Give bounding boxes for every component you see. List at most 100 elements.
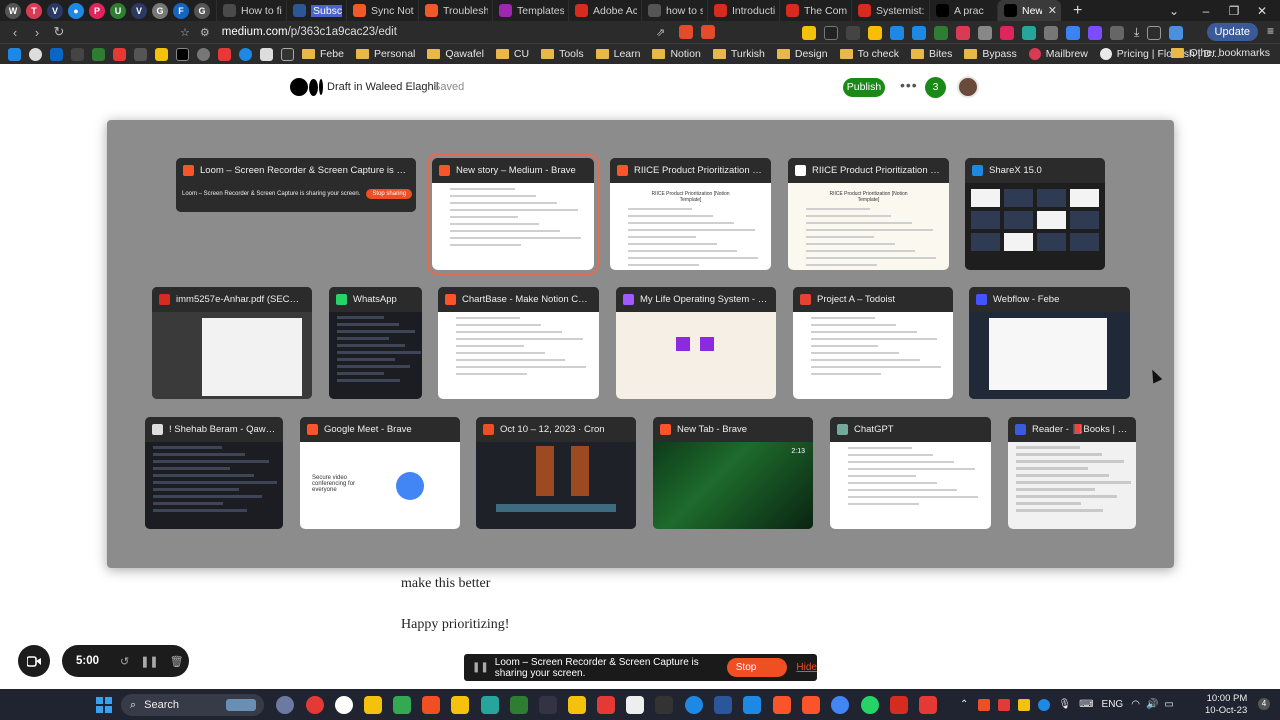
bookmark-icon[interactable] <box>218 47 231 61</box>
app-icon[interactable] <box>306 696 324 714</box>
browser-tab[interactable]: Troublesh <box>418 0 492 21</box>
whatsapp-icon[interactable] <box>861 696 879 714</box>
bookmark-folder[interactable]: Mailbrew <box>1028 48 1088 60</box>
file-explorer-icon[interactable] <box>364 696 382 714</box>
app-icon[interactable] <box>568 696 586 714</box>
brave-icon[interactable] <box>773 696 791 714</box>
other-bookmarks[interactable]: Other bookmarks <box>1171 47 1270 59</box>
switcher-window[interactable]: Google Meet - Brave Secure video conferen… <box>300 417 460 529</box>
extension-icon[interactable] <box>868 25 882 40</box>
bookmark-icon[interactable] <box>197 47 210 61</box>
bookmark-folder[interactable]: To check <box>839 48 899 60</box>
browser-tab[interactable]: The Comp <box>779 0 851 21</box>
drive-icon[interactable] <box>393 696 411 714</box>
switcher-window[interactable]: ChatGPT <box>830 417 991 529</box>
pause-icon[interactable]: ❚❚ <box>140 655 158 668</box>
bookmark-folder[interactable]: Notion <box>652 48 701 60</box>
pinned-tab-icon[interactable]: G <box>152 2 168 19</box>
chrome-icon[interactable] <box>831 696 849 714</box>
bookmark-folder[interactable]: Bites <box>911 48 952 60</box>
update-button[interactable]: Update <box>1206 23 1258 41</box>
switcher-window[interactable]: Project A – Todoist <box>793 287 953 399</box>
tray-chevron-icon[interactable]: ⌃ <box>960 699 968 710</box>
bookmark-folder[interactable]: Personal <box>355 48 415 60</box>
notification-badge[interactable]: 3 <box>925 77 946 98</box>
bookmark-icon[interactable] <box>134 47 147 61</box>
new-tab-icon[interactable]: + <box>1073 2 1082 20</box>
pinned-tab-icon[interactable]: V <box>131 2 147 19</box>
battery-icon[interactable]: ▭ <box>1164 699 1173 710</box>
extensions-puzzle-icon[interactable] <box>1110 25 1124 40</box>
pinned-tab-icon[interactable]: T <box>26 2 42 19</box>
download-icon[interactable]: ⤓ <box>1134 25 1139 40</box>
extension-icon[interactable] <box>912 25 926 40</box>
browser-tab[interactable]: Introducti <box>707 0 779 21</box>
tray-app-icon[interactable] <box>998 698 1011 711</box>
clock[interactable]: 10:00 PM 10-Oct-23 <box>1205 693 1247 717</box>
switcher-window[interactable]: WhatsApp <box>329 287 422 399</box>
switcher-window[interactable]: ChartBase - Make Notion Charts A... <box>438 287 599 399</box>
switcher-window[interactable]: imm5257e-Anhar.pdf (SECURED) (... <box>152 287 312 399</box>
bookmark-icon[interactable] <box>8 47 21 61</box>
body-paragraph[interactable]: Happy prioritizing! <box>401 617 509 633</box>
app-icon[interactable] <box>422 696 440 714</box>
word-icon[interactable] <box>714 696 732 714</box>
brave-shields-icon[interactable] <box>679 25 694 39</box>
reload-icon[interactable]: ↻ <box>48 24 70 40</box>
bookmark-folder[interactable]: Tools <box>541 48 584 60</box>
tray-app-icon[interactable] <box>1038 698 1051 711</box>
trash-icon[interactable]: 🗑 <box>170 655 184 668</box>
extension-icon[interactable] <box>934 25 948 40</box>
extension-icon[interactable] <box>846 25 860 40</box>
bookmark-icon[interactable] <box>71 47 84 61</box>
close-tab-icon[interactable]: ✕ <box>1048 4 1057 17</box>
bookmark-folder[interactable]: Turkish <box>712 48 765 60</box>
acrobat-icon[interactable] <box>890 696 908 714</box>
switcher-window[interactable]: Reader - 📕Books | Read... <box>1008 417 1136 529</box>
stop-sharing-button[interactable]: Stop sharing <box>726 658 788 692</box>
body-paragraph[interactable]: make this better <box>401 576 490 592</box>
medium-logo[interactable] <box>290 78 323 96</box>
switcher-window[interactable]: Webflow - Febe <box>969 287 1130 399</box>
app-icon[interactable] <box>481 696 499 714</box>
pinned-tab-icon[interactable]: P <box>89 2 105 19</box>
bookmark-icon[interactable] <box>155 47 168 61</box>
switcher-window[interactable]: Oct 10 – 12, 2023 · Cron <box>476 417 636 529</box>
sidebar-icon[interactable] <box>1147 25 1162 40</box>
loom-camera-button[interactable] <box>18 645 50 677</box>
bookmark-folder[interactable]: Febe <box>302 48 344 60</box>
brave-icon[interactable] <box>802 696 820 714</box>
linkedin-icon[interactable] <box>50 47 63 61</box>
bookmark-icon[interactable] <box>29 47 42 61</box>
browser-tab[interactable]: How to fin <box>216 0 286 21</box>
bookmark-icon[interactable] <box>281 47 294 61</box>
start-icon[interactable] <box>96 697 112 713</box>
bookmark-icon[interactable] <box>92 47 105 61</box>
bookmark-folder[interactable]: Bypass <box>964 48 1017 60</box>
switcher-window[interactable]: RIICE Product Prioritization [Notio... RI… <box>610 158 771 270</box>
back-icon[interactable]: ‹ <box>4 25 26 40</box>
taskbar-search[interactable]: ⌕ Search <box>121 694 264 716</box>
app-icon[interactable] <box>451 696 469 714</box>
hide-link[interactable]: Hide <box>796 662 817 673</box>
bookmark-folder[interactable]: Design <box>776 48 828 60</box>
more-options-icon[interactable]: ••• <box>900 77 918 93</box>
browser-tab[interactable]: Subscription <box>286 0 346 21</box>
bookmark-icon[interactable] <box>113 47 126 61</box>
app-icon[interactable] <box>919 696 937 714</box>
wifi-icon[interactable]: ◠ <box>1131 699 1140 710</box>
bookmark-folder[interactable]: Qawafel <box>427 48 484 60</box>
extension-icon[interactable] <box>956 25 970 40</box>
bookmark-icon[interactable] <box>176 47 189 61</box>
browser-tab[interactable]: how to sig <box>641 0 707 21</box>
app-icon[interactable] <box>539 696 557 714</box>
app-icon[interactable] <box>743 696 761 714</box>
brave-rewards-icon[interactable] <box>701 25 716 39</box>
extension-icon[interactable] <box>890 25 904 40</box>
address-input[interactable]: medium.com/p/363c1a9cac23/edit <box>222 26 397 38</box>
extension-icon[interactable] <box>1066 25 1080 40</box>
browser-tab[interactable]: A prac <box>929 0 997 21</box>
tray-app-icon[interactable] <box>1018 698 1031 711</box>
switcher-window[interactable]: New Tab - Brave 2:13 <box>653 417 813 529</box>
extension-icon[interactable] <box>824 25 838 40</box>
